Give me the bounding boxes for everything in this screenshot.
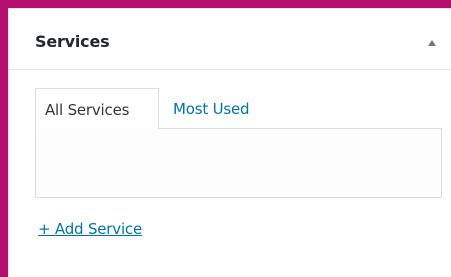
add-service-link[interactable]: + Add Service: [38, 220, 142, 238]
panel-header[interactable]: Services: [9, 9, 451, 70]
collapse-toggle-icon[interactable]: [428, 40, 436, 46]
tab-all-services-label: All Services: [45, 101, 130, 119]
services-panel: Services All Services Most Used + Add Se…: [8, 8, 451, 277]
tab-most-used[interactable]: Most Used: [173, 100, 250, 118]
tab-panel-all-services[interactable]: [35, 128, 442, 198]
highlight-frame: Services All Services Most Used + Add Se…: [0, 0, 451, 277]
panel-title: Services: [35, 32, 110, 51]
tab-all-services[interactable]: All Services: [35, 88, 159, 129]
